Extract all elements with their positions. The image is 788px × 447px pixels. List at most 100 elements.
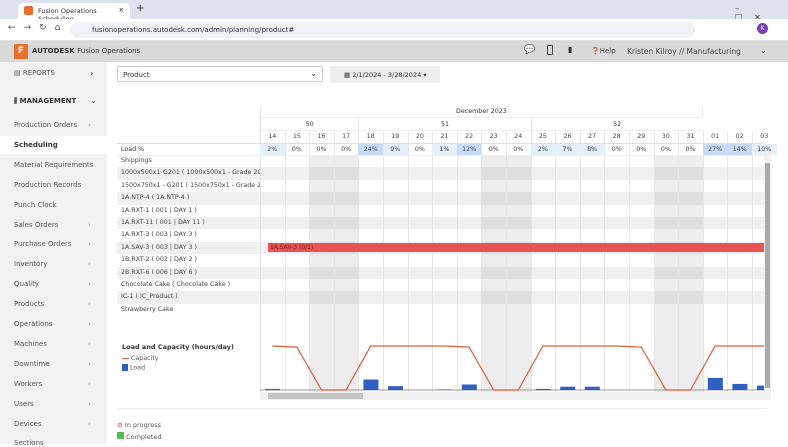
favicon-icon — [24, 6, 33, 15]
chevron-right-icon: › — [90, 69, 94, 78]
week-header: 51 — [358, 118, 531, 131]
bookmark-icon[interactable]: ▮ — [568, 45, 572, 54]
sidebar-item[interactable]: Users — [14, 400, 34, 408]
close-tab-icon[interactable]: ✕ — [119, 6, 124, 14]
load-pct-cell: 1% — [432, 144, 457, 155]
chevron-right-icon: › — [88, 280, 91, 289]
load-pct-cell: 0% — [488, 146, 499, 153]
chat-icon[interactable]: 💬 — [524, 45, 535, 55]
load-pct-cell: 9% — [383, 144, 408, 155]
load-capacity-chart — [260, 345, 765, 391]
chevron-right-icon: › — [88, 300, 91, 309]
load-bar — [707, 377, 723, 390]
load-pct-cell: 2% — [530, 144, 556, 155]
sidebar-item[interactable]: Sections — [14, 439, 44, 447]
day-header: 30 — [661, 133, 670, 140]
nav-buttons[interactable]: ←→↻⌂ — [8, 23, 68, 33]
mobile-icon[interactable] — [547, 45, 553, 55]
day-header: 23 — [489, 133, 498, 140]
sidebar-item[interactable]: Material Requirements — [14, 161, 93, 169]
sidebar-item[interactable]: Downtime — [14, 360, 50, 368]
load-pct-cell: 7% — [555, 144, 580, 155]
sidebar-item[interactable]: Workers — [14, 380, 42, 388]
day-header: 02 — [735, 133, 744, 140]
load-pct-cell: 14% — [727, 144, 752, 155]
load-bar — [363, 379, 379, 390]
legend-completed: Completed — [117, 432, 162, 441]
sidebar-item[interactable]: Scheduling — [14, 141, 58, 149]
row-label: Shippings — [121, 157, 152, 164]
chevron-right-icon: › — [88, 260, 91, 269]
url-input[interactable]: fusionoperations.autodesk.com/admin/plan… — [70, 22, 695, 38]
load-pct-cell: 24% — [358, 144, 383, 155]
week-header: 50 — [260, 118, 359, 131]
chevron-right-icon: › — [88, 320, 91, 328]
sidebar-item[interactable]: Products — [14, 300, 44, 308]
schedule-bar[interactable]: 1A.SAV-3 (0/1) — [268, 243, 764, 253]
legend-in-progress: ⚙ In progress — [117, 421, 162, 429]
load-bar — [461, 384, 477, 390]
sidebar-item[interactable]: Quality — [14, 280, 39, 288]
sidebar-item[interactable]: Punch Clock — [14, 201, 57, 209]
day-header: 03 — [760, 133, 769, 140]
day-header: 25 — [538, 133, 547, 140]
row-label: 1B.RXT-2 ( 002 | DAY 2 ) — [121, 256, 197, 264]
load-pct-cell: 2% — [260, 144, 285, 155]
chevron-down-icon: ⌄ — [90, 96, 97, 105]
url-text: fusionoperations.autodesk.com/admin/plan… — [92, 26, 295, 34]
row-label: 1A.RXT-11 ( 001 | DAY 11 ) — [121, 219, 205, 226]
brand: AUTODESK Fusion Operations — [32, 47, 141, 55]
row-label: 1A.SAV-3 ( 003 | DAY 3 ) — [121, 243, 197, 251]
day-header: 27 — [588, 133, 597, 140]
load-pct-cell: 10% — [752, 144, 777, 155]
chart-title: Load and Capacity (hours/day) — [122, 343, 234, 351]
sidebar-management[interactable]: ⫼ MANAGEMENT — [14, 97, 76, 106]
sidebar-item[interactable]: Inventory — [14, 260, 47, 268]
day-header: 24 — [514, 133, 523, 140]
capacity-line — [272, 345, 765, 391]
row-label: 1500x750x1 - G201 ( 1500x750x1 - Grade 2… — [121, 181, 260, 189]
profile-avatar[interactable]: K — [757, 23, 768, 34]
load-bar — [535, 388, 551, 390]
group-by-select[interactable]: Product ⌄ — [117, 66, 323, 82]
load-bar — [388, 386, 403, 390]
new-tab-button[interactable]: + — [136, 3, 144, 14]
sidebar-item[interactable]: Operations — [14, 320, 52, 328]
sidebar-reports[interactable]: ▤ REPORTS — [14, 69, 55, 77]
sidebar-item[interactable]: Purchase Orders — [14, 240, 72, 248]
load-pct-cell: 0% — [291, 146, 302, 153]
sidebar-item[interactable]: Production Records — [14, 181, 81, 189]
load-pct-cell: 0% — [513, 146, 524, 153]
load-pct-cell: 0% — [341, 146, 352, 153]
legend-capacity: Capacity — [122, 355, 159, 362]
chevron-right-icon: › — [88, 399, 91, 408]
load-pct-label: Load % — [121, 146, 145, 153]
day-header: 21 — [440, 133, 449, 140]
sidebar-item[interactable]: Sales Orders — [14, 221, 58, 229]
date-range-picker[interactable]: ▦ 2/1/2024 - 3/28/2024 ▾ — [330, 66, 440, 83]
row-label: 2B.RXT-6 ( 006 | DAY 6 ) — [121, 268, 197, 276]
month-header: December 2023 — [260, 106, 703, 118]
sidebar-item[interactable]: Machines — [14, 340, 47, 348]
vertical-scrollbar[interactable] — [764, 155, 771, 392]
day-header: 18 — [366, 133, 375, 140]
load-pct-cell: 0% — [414, 146, 425, 153]
sidebar-item[interactable]: Devices — [14, 420, 42, 428]
day-header: 01 — [711, 133, 720, 140]
user-menu[interactable]: Kristen Kilroy // Manufacturing — [627, 47, 741, 56]
browser-tab[interactable]: Fusion Operations Scheduling✕ — [18, 3, 130, 23]
day-header: 14 — [268, 133, 277, 140]
row-label: Strawberry Cake — [121, 305, 174, 313]
help-link[interactable]: ❓Help — [591, 47, 616, 55]
chevron-down-icon[interactable]: ⌄ — [760, 46, 767, 55]
chevron-right-icon: › — [88, 339, 91, 348]
load-pct-cell: 0% — [660, 146, 671, 153]
chevron-right-icon: › — [88, 220, 91, 229]
horizontal-scrollbar[interactable] — [260, 392, 771, 400]
load-bar — [560, 386, 576, 390]
row-label: Chocolate Cake ( Chocolate Cake ) — [121, 281, 231, 288]
sidebar-item[interactable]: Production Orders — [14, 121, 77, 129]
legend-load: Load — [122, 364, 145, 372]
row-label: 1A.RXT-1 ( 001 | DAY 1 ) — [121, 206, 197, 214]
day-header: 26 — [563, 133, 572, 140]
